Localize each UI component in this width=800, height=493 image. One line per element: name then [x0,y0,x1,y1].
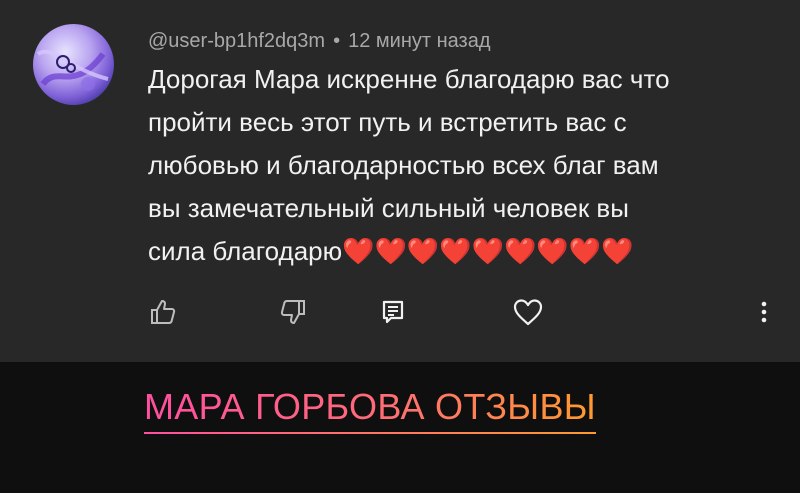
heart-button[interactable] [510,294,546,330]
comment-author[interactable]: @user-bp1hf2dq3m [148,30,325,53]
avatar[interactable] [33,24,114,105]
comment-timestamp[interactable]: 12 минут назад [348,30,490,53]
comment-text: Дорогая Мара искренне благодарю вас что … [148,64,670,266]
comment-meta: @user-bp1hf2dq3m • 12 минут назад [148,28,491,54]
heart-icon [513,299,543,326]
reply-icon [382,300,404,324]
dislike-button[interactable] [275,294,311,330]
more-options-button[interactable] [746,294,782,330]
reply-button[interactable] [375,294,411,330]
thumbs-up-icon [151,300,176,324]
thumbs-down-icon [280,300,305,324]
comment-actions [0,290,800,336]
comment-card: @user-bp1hf2dq3m • 12 минут назад Дорога… [0,0,800,362]
vertical-ellipsis-icon [761,301,767,323]
like-button[interactable] [145,294,181,330]
avatar-image [33,24,114,105]
banner-link[interactable]: МАРА ГОРБОВА ОТЗЫВЫ [144,386,596,434]
meta-separator: • [333,29,341,52]
